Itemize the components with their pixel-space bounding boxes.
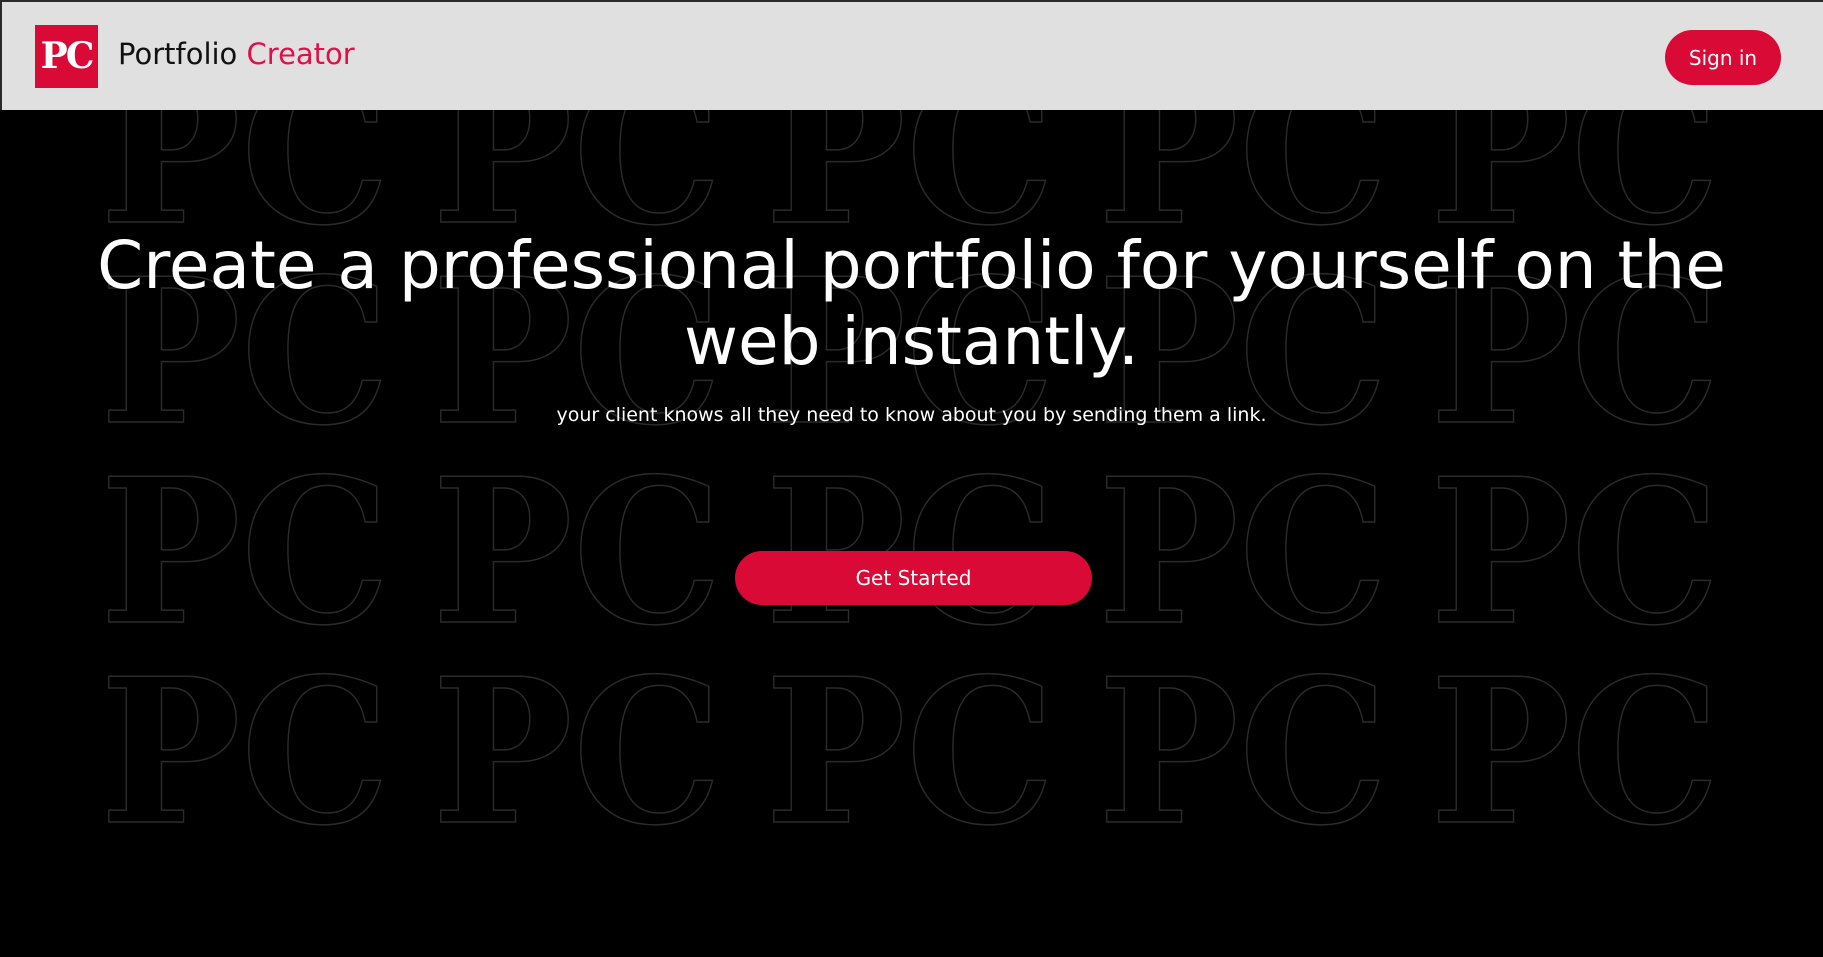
get-started-button[interactable]: Get Started xyxy=(735,551,1092,605)
sign-in-button[interactable]: Sign in xyxy=(1665,30,1781,85)
pc-watermark-r3-c1: PC xyxy=(432,635,722,870)
pc-watermark-r3-c3: PC xyxy=(1098,635,1388,870)
pc-watermark-r3-c4: PC xyxy=(1430,635,1720,870)
pc-watermark-r3-c0: PC xyxy=(100,635,390,870)
top-navbar: PC Portfolio Creator Sign in xyxy=(0,0,1823,110)
landing-page: PC PC PC PC PC PC PC PC PC PC PC PC PC PC PC PC PC PC PC PC… xyxy=(0,0,1823,957)
pc-watermark-r3-c2: PC xyxy=(765,635,1055,870)
logo-icon[interactable]: PC xyxy=(35,25,98,88)
hero-title: Create a professional portfolio for your… xyxy=(97,227,1726,380)
brand-name-accent: Creator xyxy=(246,37,355,71)
brand-name[interactable]: Portfolio Creator xyxy=(118,32,355,76)
hero-subtitle: your client knows all they need to know … xyxy=(556,404,1267,426)
brand-name-primary: Portfolio xyxy=(118,37,238,71)
